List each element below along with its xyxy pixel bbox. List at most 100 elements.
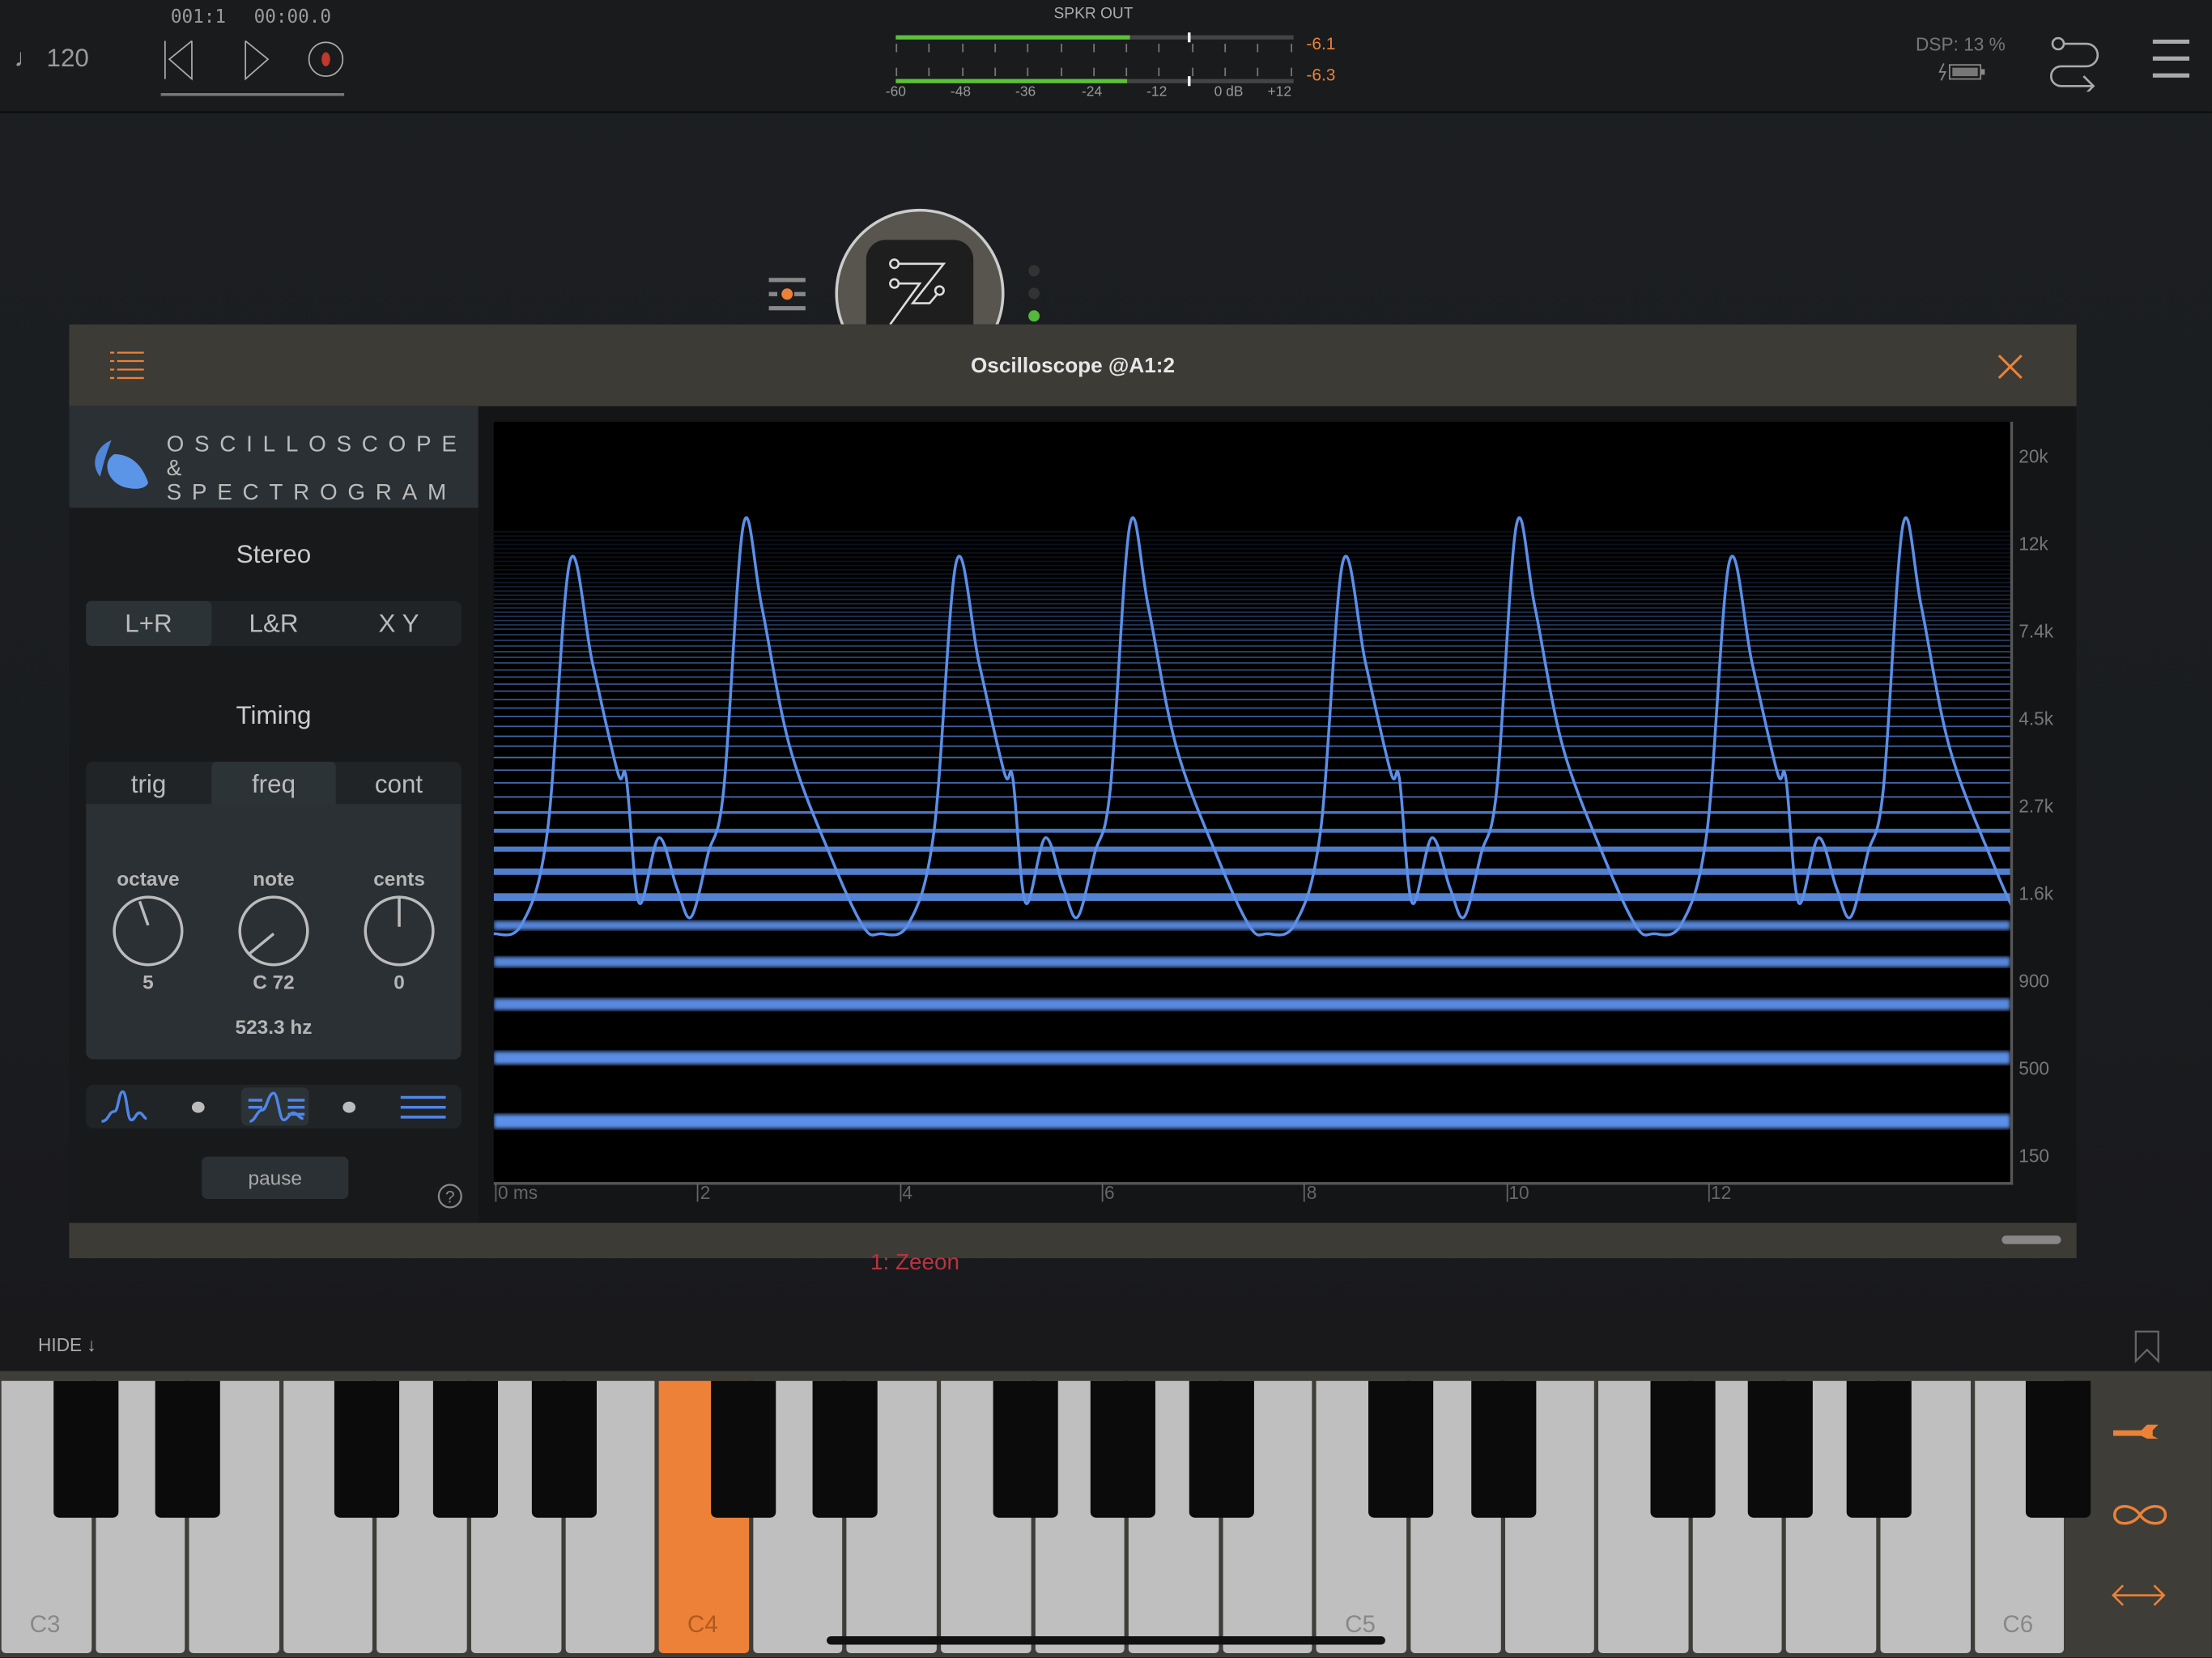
close-icon[interactable]: [1997, 354, 2023, 380]
scope-canvas: [0, 516, 2212, 1129]
meter-tick: [895, 67, 898, 77]
tab-trig[interactable]: trig: [86, 762, 211, 807]
waveform-view-icon[interactable]: [100, 1089, 148, 1125]
meter-scale-label: -60: [885, 84, 906, 100]
spectrogram-band: [493, 573, 2010, 575]
piano-keyboard: C3 C4 C5 C6: [0, 1371, 2212, 1658]
spectrogram-band: [493, 690, 2010, 692]
black-key[interactable]: [1470, 1380, 1536, 1518]
black-key[interactable]: [1650, 1380, 1716, 1518]
tab-freq[interactable]: freq: [211, 761, 337, 807]
stereo-mode-lr-split[interactable]: L&R: [211, 601, 336, 646]
spectrogram-band: [493, 669, 2010, 671]
spectrogram-band: [493, 707, 2010, 709]
spectrogram-band: [493, 569, 2010, 571]
stereo-heading: Stereo: [236, 540, 312, 569]
track-label: 1: Zeeon: [870, 1251, 960, 1276]
help-icon[interactable]: ?: [436, 1182, 464, 1210]
time-axis-label: 10: [1505, 1183, 1529, 1201]
play-icon[interactable]: [245, 40, 270, 81]
frequency-readout: 523.3 hz: [235, 1015, 313, 1039]
spectrogram-band: [493, 782, 2010, 784]
bar-position: 001:1: [170, 6, 227, 28]
transport-controls: [160, 40, 345, 96]
black-key[interactable]: [432, 1380, 499, 1518]
meter-tick: [1092, 67, 1095, 77]
black-key[interactable]: [2026, 1380, 2091, 1518]
meter-title: SPKR OUT: [1053, 5, 1134, 23]
freq-axis-label: 12k: [2018, 533, 2048, 555]
black-key[interactable]: [1846, 1380, 1912, 1518]
meter-tick: [1125, 67, 1128, 77]
time-axis-label: 12: [1708, 1183, 1731, 1201]
meter-tick: [1027, 67, 1029, 77]
cents-knob[interactable]: [363, 895, 436, 968]
spectrogram-band: [493, 893, 2010, 901]
black-key[interactable]: [155, 1380, 221, 1518]
status-dot: [1028, 287, 1040, 300]
spectrogram-band: [493, 735, 2010, 738]
spectrogram-band: [493, 725, 2010, 728]
node-settings-icon[interactable]: [768, 275, 811, 312]
stereo-mode-xy[interactable]: X Y: [336, 601, 461, 646]
spectrogram-band: [493, 539, 2010, 542]
octave-value: 5: [143, 970, 154, 993]
black-key[interactable]: [813, 1380, 878, 1518]
hide-keyboard-button[interactable]: HIDE ↓: [38, 1334, 96, 1355]
time-axis-label: 8: [1304, 1183, 1317, 1201]
black-key[interactable]: [1368, 1380, 1434, 1518]
spectrogram-band: [493, 535, 2010, 537]
routing-icon[interactable]: [2048, 36, 2105, 92]
battery-icon: [1938, 63, 1985, 81]
octave-label: octave: [117, 867, 180, 891]
stereo-mode-lr-sum[interactable]: L+R: [86, 601, 211, 646]
black-key[interactable]: [1189, 1380, 1254, 1518]
resize-width-icon[interactable]: [2110, 1579, 2169, 1613]
waveform-spectrogram-view-button[interactable]: [240, 1087, 309, 1126]
black-key[interactable]: [53, 1380, 118, 1518]
meter-scale-label: -24: [1081, 84, 1103, 100]
pause-button[interactable]: pause: [202, 1156, 349, 1199]
meter-tick: [928, 67, 930, 77]
resize-handle[interactable]: [2001, 1235, 2061, 1244]
octave-knob[interactable]: [112, 895, 185, 968]
key-label: C5: [1345, 1610, 1376, 1638]
rewind-icon[interactable]: [164, 40, 193, 81]
note-knob[interactable]: [237, 895, 311, 968]
separator-dot: [342, 1101, 356, 1113]
black-key[interactable]: [1748, 1380, 1814, 1518]
record-icon[interactable]: [308, 41, 344, 77]
spectrogram-band: [493, 581, 2010, 584]
stereo-mode-selector: L+R L&R X Y: [86, 601, 462, 646]
bookmark-icon[interactable]: [2133, 1330, 2161, 1364]
transport-bar: ♩ 120 001:1 00:00.0 SPKR OUT -60 -48 -36…: [0, 0, 2212, 113]
black-key[interactable]: [992, 1380, 1058, 1518]
black-key[interactable]: [334, 1380, 400, 1518]
black-key[interactable]: [710, 1380, 776, 1518]
meter-left-peak: -6.1: [1306, 33, 1336, 54]
freq-axis-label: 500: [2018, 1057, 2050, 1079]
freq-axis-label: 4.5k: [2018, 708, 2054, 729]
freq-axis-label: 2.7k: [2018, 795, 2054, 817]
wrench-icon[interactable]: [2110, 1422, 2169, 1464]
menu-icon[interactable]: [2152, 39, 2193, 79]
time-display: 00:00.0: [253, 6, 332, 28]
time-axis-label: 2: [697, 1183, 710, 1201]
spectrogram-band: [493, 683, 2010, 685]
black-key[interactable]: [531, 1380, 597, 1518]
spectrogram-band: [493, 628, 2010, 630]
tab-cont[interactable]: cont: [336, 762, 461, 807]
meter-tick: [1290, 44, 1292, 53]
spectrogram-band: [493, 645, 2010, 647]
spectrogram-view-icon[interactable]: [399, 1093, 447, 1121]
home-indicator: [826, 1636, 1385, 1645]
tempo[interactable]: ♩ 120: [14, 44, 88, 74]
spectrogram-band: [493, 611, 2010, 614]
oscilloscope-display[interactable]: [0, 421, 2212, 1185]
spectrogram-band: [493, 598, 2010, 601]
plugin-sidebar: OSCILLOSCOPE & SPECTROGRAM Stereo L+R L&…: [69, 406, 479, 1223]
spectrogram-band: [493, 716, 2010, 717]
infinity-icon[interactable]: [2110, 1498, 2169, 1532]
key-label: C4: [687, 1610, 718, 1638]
black-key[interactable]: [1091, 1380, 1156, 1518]
